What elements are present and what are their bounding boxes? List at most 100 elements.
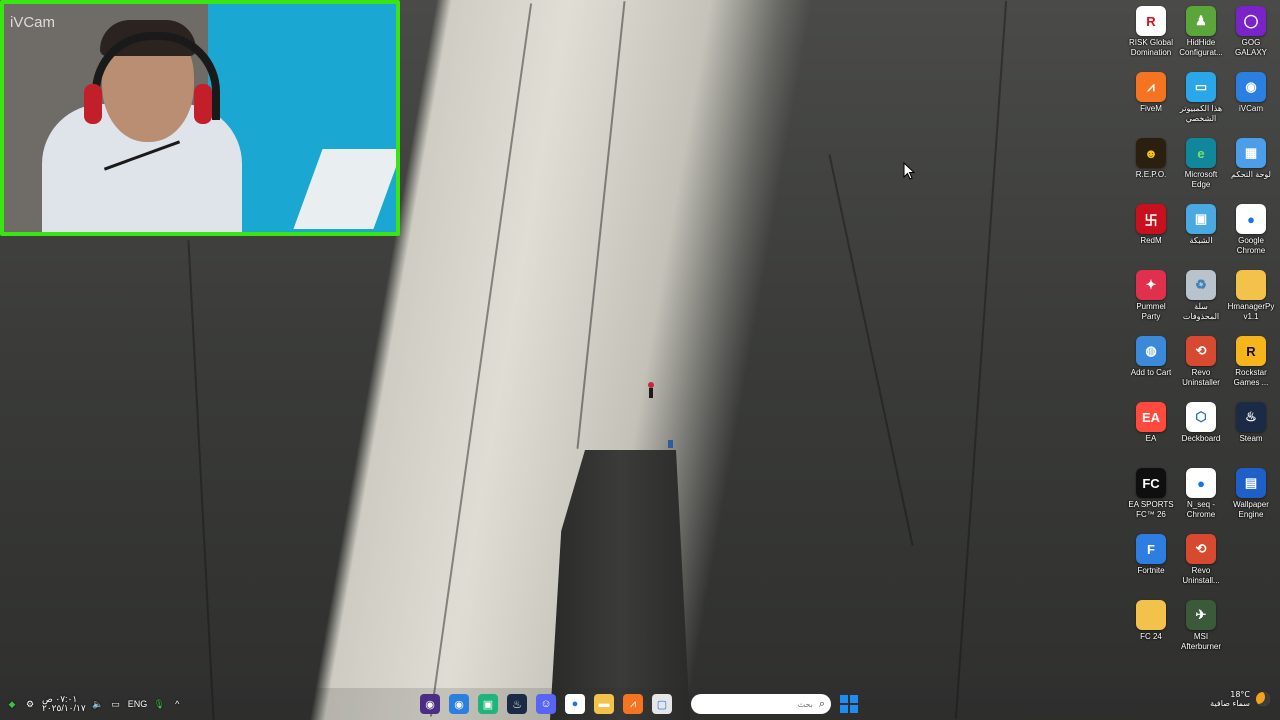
control-panel-icon: ▦ xyxy=(1236,138,1266,168)
desktop-shortcut[interactable]: FC EA SPORTS FC™ 26 xyxy=(1126,468,1176,534)
desktop-shortcut-label: FiveM xyxy=(1140,104,1162,113)
desktop-shortcut[interactable]: ● Google Chrome xyxy=(1226,204,1276,270)
desktop-shortcut-label: MSI Afterburner xyxy=(1180,632,1222,651)
empty-slot xyxy=(1236,534,1266,564)
app-green-icon[interactable]: ▣ xyxy=(478,694,498,714)
desktop-shortcut-label: EA xyxy=(1145,434,1157,443)
gog-galaxy-icon: ◯ xyxy=(1236,6,1266,36)
search-placeholder: بحث xyxy=(797,699,813,709)
rock-crack xyxy=(576,1,626,449)
desktop-shortcut[interactable]: ◍ Add to Cart xyxy=(1126,336,1176,402)
taskbar-apps: ◉ ◉ ▣ ♨ ☺ ● ▬ ⩘ ▢ بحث ⌕ xyxy=(420,692,858,716)
steam-icon[interactable]: ♨ xyxy=(507,694,527,714)
desktop-shortcut-label: هذا الكمبيوتر الشخصي xyxy=(1179,104,1223,123)
obs-icon[interactable]: ◉ xyxy=(420,694,440,714)
edge-icon: e xyxy=(1186,138,1216,168)
chrome-icon: ● xyxy=(1236,204,1266,234)
climber-figure xyxy=(668,440,673,448)
start-button[interactable] xyxy=(840,695,858,713)
desktop-shortcut[interactable]: FC 24 xyxy=(1126,600,1176,666)
recycle-bin-icon: ♻ xyxy=(1186,270,1216,300)
discord-icon[interactable]: ☺ xyxy=(536,694,556,714)
streamer-video xyxy=(42,20,242,232)
fivem-icon[interactable]: ⩘ xyxy=(623,694,643,714)
file-explorer-icon[interactable]: ▬ xyxy=(594,694,614,714)
repo-icon: ☻ xyxy=(1136,138,1166,168)
desktop-shortcut[interactable]: ⟲ Revo Uninstall... xyxy=(1176,534,1226,600)
settings-gear-icon[interactable]: ⚙ xyxy=(24,698,36,710)
chrome-icon[interactable]: ● xyxy=(565,694,585,714)
desktop-shortcut[interactable]: 卐 RedM xyxy=(1126,204,1176,270)
desktop-shortcut[interactable]: ◯ GOG GALAXY xyxy=(1226,6,1276,72)
desktop-shortcut[interactable]: ☻ R.E.P.O. xyxy=(1126,138,1176,204)
desktop-shortcut-label: R.E.P.O. xyxy=(1135,170,1167,179)
taskbar: ◆ ⚙ ٠٧:٠١ ص ٢٠٢٥/١٠/١٧ 🔈 ▭ ENG 🎙 ^ ◉ ◉ ▣ ♨ ☺… xyxy=(0,688,1280,720)
desktop-shortcut-label: Google Chrome xyxy=(1236,236,1266,255)
desktop-shortcut[interactable]: ♻ سلة المحذوفات xyxy=(1176,270,1226,336)
desktop-shortcut-label: EA SPORTS FC™ 26 xyxy=(1128,500,1174,519)
microphone-icon[interactable]: 🎙 xyxy=(153,698,165,710)
rockstar-icon: R xyxy=(1236,336,1266,366)
desktop-shortcut[interactable]: ▭ هذا الكمبيوتر الشخصي xyxy=(1176,72,1226,138)
add-to-cart-icon: ◍ xyxy=(1136,336,1166,366)
folder-icon xyxy=(1136,600,1166,630)
desktop-shortcut[interactable]: ⩘ FiveM xyxy=(1126,72,1176,138)
desktop-shortcut[interactable]: ✈ MSI Afterburner xyxy=(1176,600,1226,666)
pummel-party-icon: ✦ xyxy=(1136,270,1166,300)
desktop-shortcut[interactable]: HmanagerPy v1.1 xyxy=(1226,270,1276,336)
task-view-icon[interactable]: ▢ xyxy=(652,694,672,714)
desktop-shortcut[interactable]: ▤ Wallpaper Engine xyxy=(1226,468,1276,534)
folder-icon xyxy=(1236,270,1266,300)
desktop-shortcut-label: Pummel Party xyxy=(1136,302,1166,321)
webcam-watermark: iVCam xyxy=(10,14,56,31)
network-icon: ▣ xyxy=(1186,204,1216,234)
desktop-shortcut[interactable]: F Fortnite xyxy=(1126,534,1176,600)
desktop-shortcut[interactable]: ● N_seq - Chrome xyxy=(1176,468,1226,534)
desktop-shortcut[interactable]: ♨ Steam xyxy=(1226,402,1276,468)
desktop-shortcut-label: RedM xyxy=(1140,236,1162,245)
weather-description: سماء صافية xyxy=(1210,699,1250,708)
desktop-shortcut[interactable]: ⬡ Deckboard xyxy=(1176,402,1226,468)
search-box[interactable]: بحث ⌕ xyxy=(691,694,831,714)
moon-icon xyxy=(1256,692,1270,706)
desktop-shortcut[interactable]: ▣ الشبكة xyxy=(1176,204,1226,270)
background-shelf xyxy=(293,149,396,229)
desktop-shortcut[interactable]: R Rockstar Games ... xyxy=(1226,336,1276,402)
fortnite-icon: F xyxy=(1136,534,1166,564)
desktop-shortcut[interactable]: e Microsoft Edge xyxy=(1176,138,1226,204)
steam-icon: ♨ xyxy=(1236,402,1266,432)
display-icon[interactable]: ▭ xyxy=(110,698,122,710)
widgets-icon[interactable]: ◆ xyxy=(6,698,18,710)
chrome-icon: ● xyxy=(1186,468,1216,498)
desktop-shortcut[interactable]: ♟ HidHide Configurat... xyxy=(1176,6,1226,72)
rock-crack xyxy=(187,240,215,720)
clock-date: ٢٠٢٥/١٠/١٧ xyxy=(42,703,86,713)
desktop-shortcut-label: Revo Uninstall... xyxy=(1182,566,1220,585)
desktop-shortcut-label: Steam xyxy=(1239,434,1263,443)
desktop-shortcut[interactable]: ◉ iVCam xyxy=(1226,72,1276,138)
volume-icon[interactable]: 🔈 xyxy=(92,698,104,710)
wallpaper-engine-icon: ▤ xyxy=(1236,468,1266,498)
desktop-shortcut-label: سلة المحذوفات xyxy=(1182,302,1220,321)
desktop-shortcut[interactable]: EA EA xyxy=(1126,402,1176,468)
clock[interactable]: ٠٧:٠١ ص ٢٠٢٥/١٠/١٧ xyxy=(42,695,86,713)
hidhide-icon: ♟ xyxy=(1186,6,1216,36)
this-pc-icon: ▭ xyxy=(1186,72,1216,102)
language-indicator[interactable]: ENG xyxy=(128,699,148,709)
chevron-up-icon[interactable]: ^ xyxy=(171,698,183,710)
weather-temp: 18°C xyxy=(1230,690,1250,699)
rock-crack xyxy=(828,154,914,546)
ivcam-icon[interactable]: ◉ xyxy=(449,694,469,714)
desktop-shortcut-label: GOG GALAXY xyxy=(1234,38,1267,57)
desktop-shortcut[interactable]: ✦ Pummel Party xyxy=(1126,270,1176,336)
desktop-shortcut-label: RISK Global Domination xyxy=(1128,38,1174,57)
search-icon: ⌕ xyxy=(818,697,825,710)
desktop-shortcut-label: Deckboard xyxy=(1181,434,1221,443)
desktop-shortcut-label: HidHide Configurat... xyxy=(1179,38,1223,57)
desktop-shortcut[interactable]: ▦ لوحة التحكم xyxy=(1226,138,1276,204)
desktop-shortcut[interactable]: ⟲ Revo Uninstaller xyxy=(1176,336,1226,402)
rock-crack xyxy=(429,3,533,717)
desktop-shortcut xyxy=(1226,534,1276,600)
weather-widget[interactable]: 18°C سماء صافية xyxy=(1210,690,1270,708)
desktop-shortcut[interactable]: R RISK Global Domination xyxy=(1126,6,1176,72)
